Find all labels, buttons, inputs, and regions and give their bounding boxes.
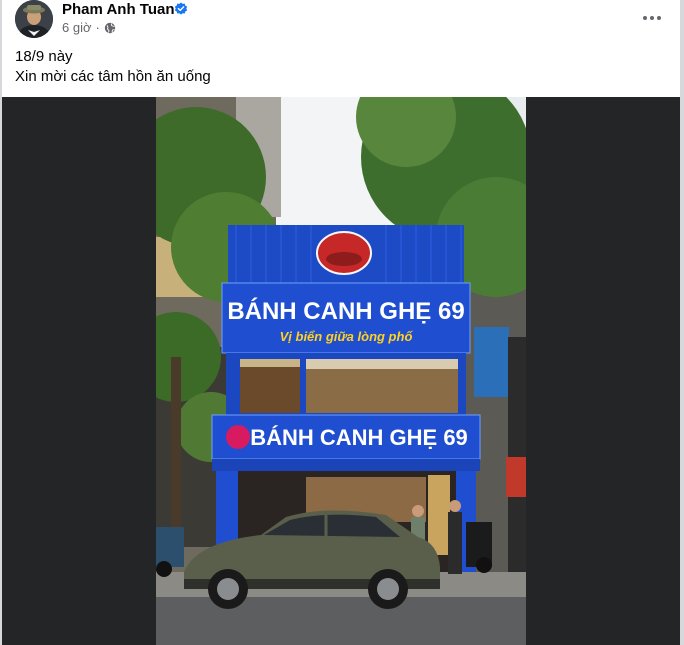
- more-options-icon: [643, 16, 647, 20]
- author-name[interactable]: Pham Anh Tuan: [62, 1, 175, 18]
- avatar[interactable]: [15, 0, 53, 38]
- post-meta: 6 giờ ·: [62, 20, 116, 35]
- frame-border-right: [680, 0, 684, 645]
- more-options-button[interactable]: [634, 6, 670, 30]
- post-header: Pham Anh Tuan 6 giờ ·: [2, 0, 680, 44]
- verified-badge-icon: [174, 2, 188, 15]
- storefront-photo: BÁNH CANH GHẸ 69 Vị biển giữa lòng phố B…: [156, 97, 526, 645]
- globe-icon: [104, 22, 116, 33]
- sign-slogan: Vị biển giữa lòng phố: [280, 329, 414, 344]
- dot-separator: ·: [95, 20, 100, 35]
- caption-line: 18/9 này: [15, 48, 73, 65]
- sign-title-top: BÁNH CANH GHẸ 69: [227, 297, 464, 325]
- post-caption: 18/9 này Xin mời các tâm hồn ăn uống: [15, 47, 211, 87]
- post-photo[interactable]: BÁNH CANH GHẸ 69 Vị biển giữa lòng phố B…: [156, 97, 526, 645]
- caption-line: Xin mời các tâm hồn ăn uống: [15, 68, 211, 85]
- post-time[interactable]: 6 giờ: [62, 20, 92, 35]
- post-media: BÁNH CANH GHẸ 69 Vị biển giữa lòng phố B…: [2, 97, 680, 645]
- sign-title-bottom: BÁNH CANH GHẸ 69: [250, 425, 468, 450]
